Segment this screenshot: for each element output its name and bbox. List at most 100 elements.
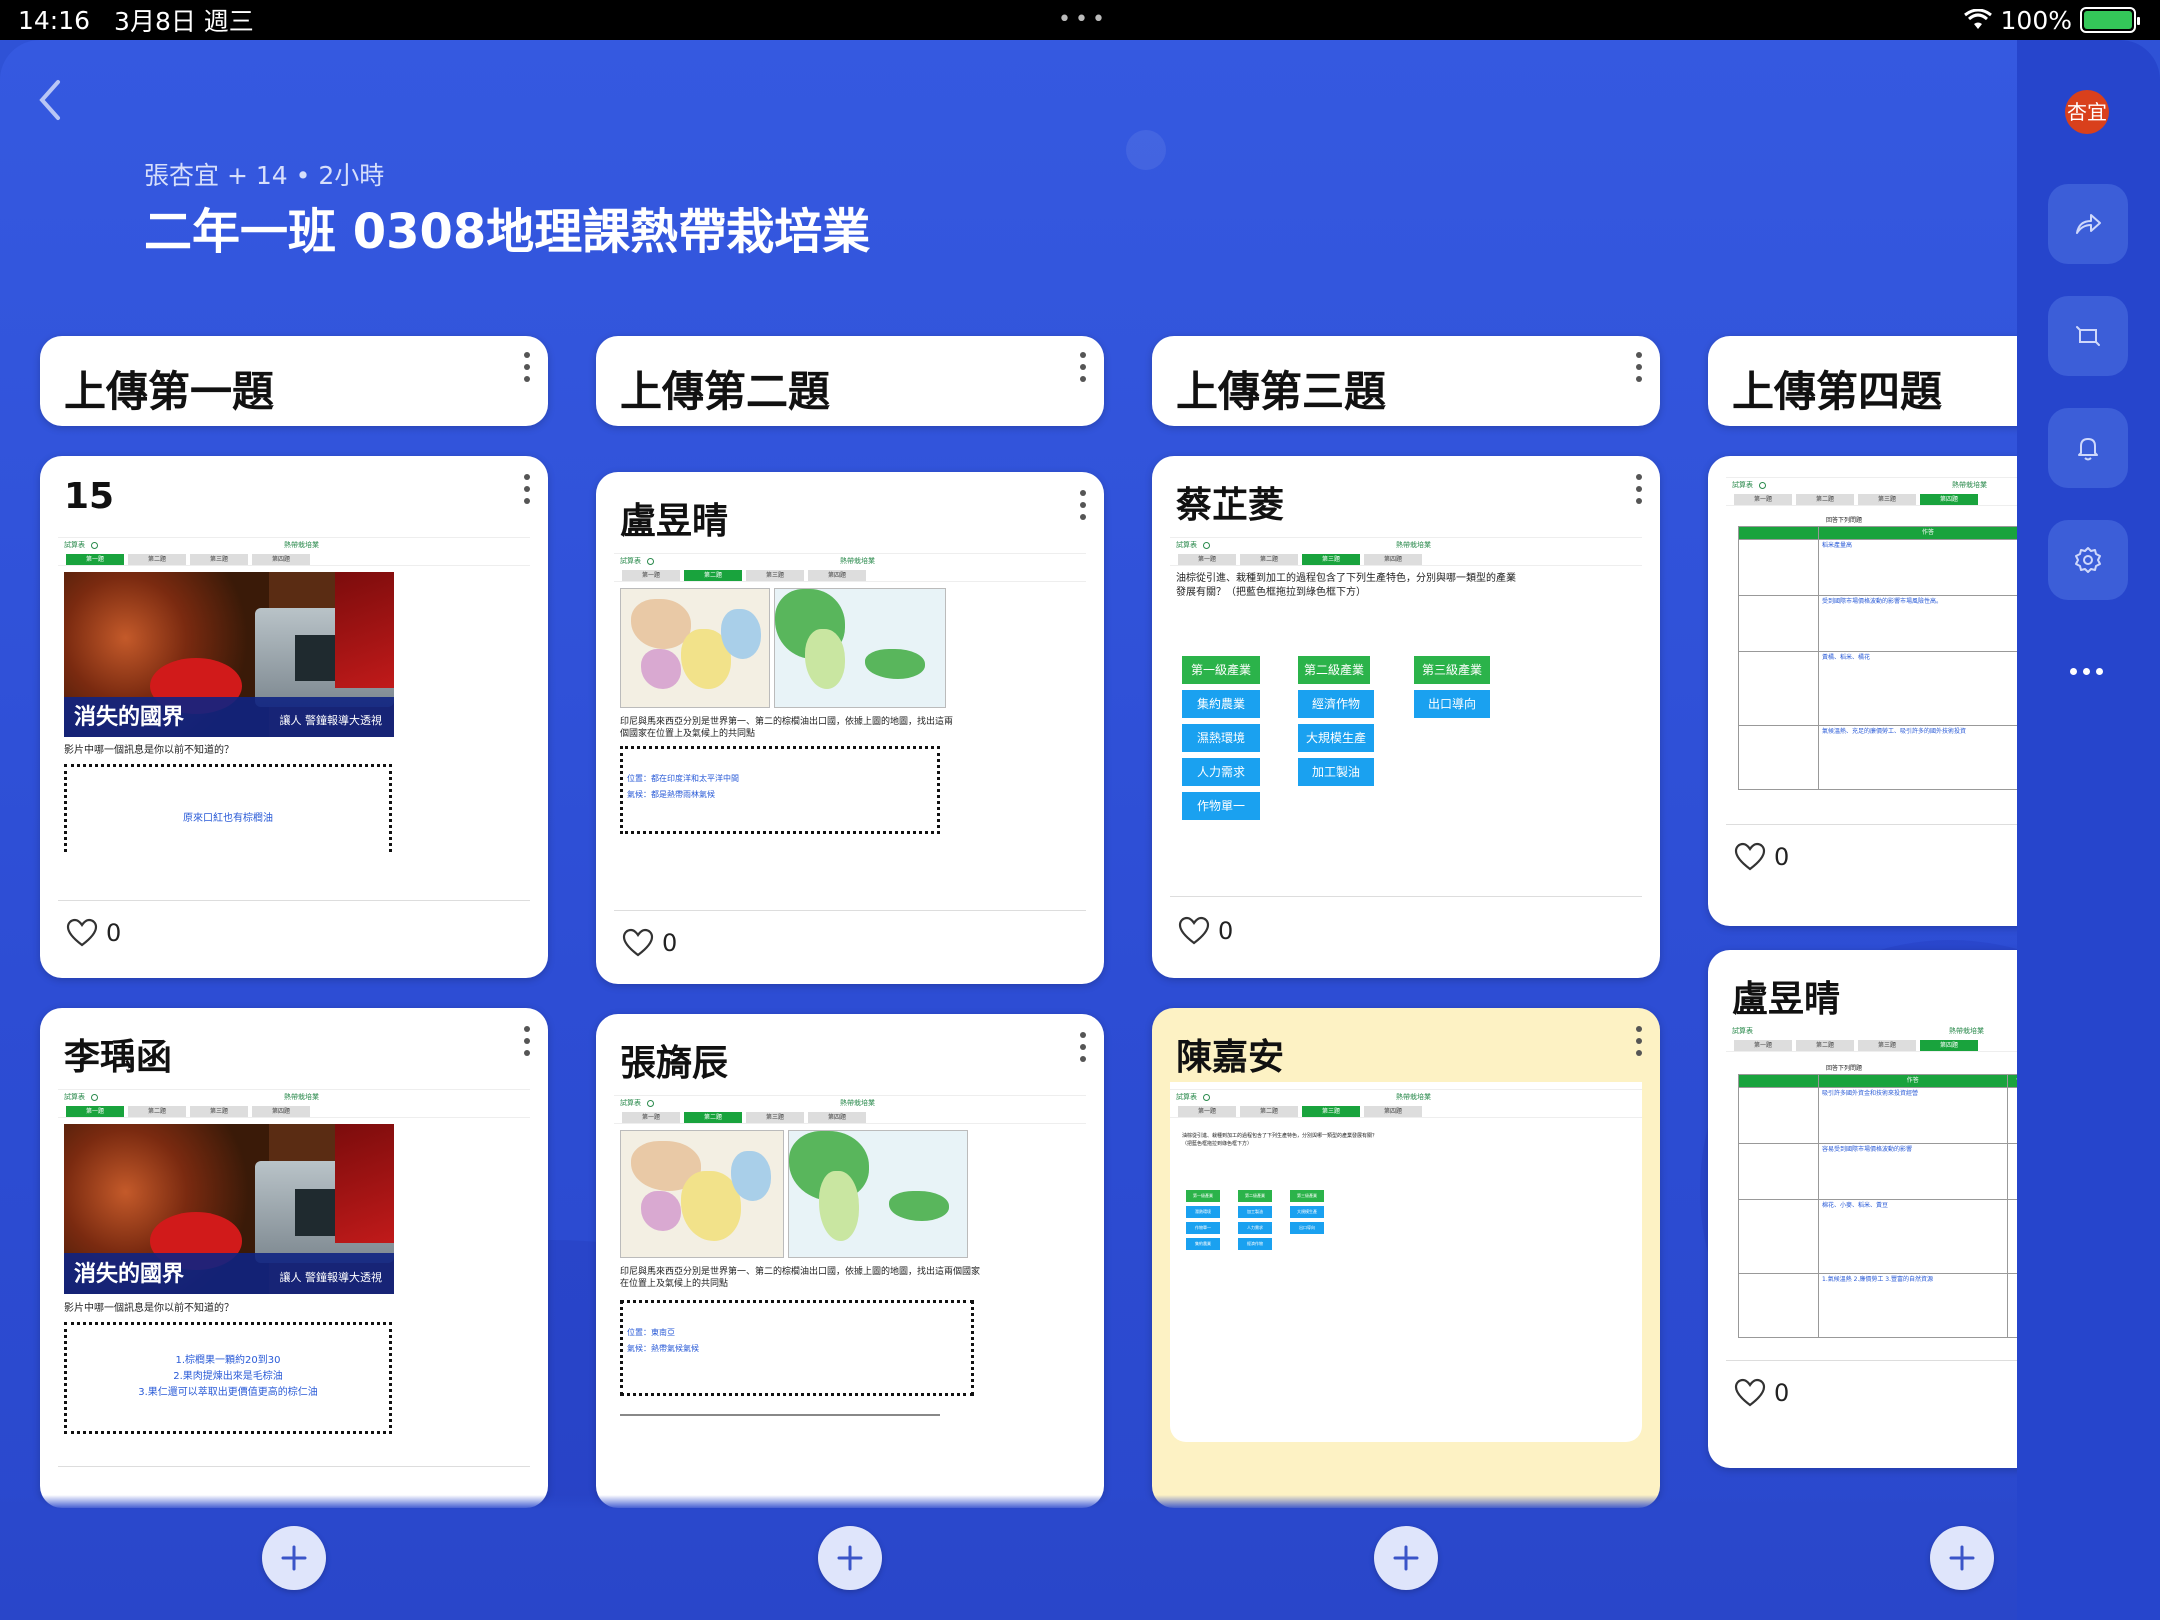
status-date: 3月8日 週三 <box>114 7 254 36</box>
post-author: 張旖辰 <box>620 1043 729 1084</box>
answer-table: 作答備註 吸引許多國外資金和技術來投資經營 容易受到國際市場價格波動的影響 棉花… <box>1738 1074 2017 1338</box>
board-meta: 張杏宜 + 14 • 2小時 <box>144 161 385 190</box>
map-image <box>620 588 770 708</box>
more-vertical-icon[interactable] <box>522 352 532 382</box>
share-arrow-icon <box>2076 214 2101 234</box>
plus-icon <box>1949 1545 1975 1571</box>
chevron-left-icon <box>39 80 60 120</box>
more-vertical-icon[interactable] <box>1634 474 1644 504</box>
like-count: 0 <box>1218 917 1234 945</box>
answer-box: 1.棕櫚果一顆約20到30 2.果肉提煉出來是毛棕油 3.果仁還可以萃取出更價值… <box>64 1322 392 1434</box>
settings-button[interactable] <box>2048 520 2128 600</box>
status-bar: 14:16 3月8日 週三 ••• 100% <box>0 0 2160 40</box>
post-attachment-image[interactable]: 試算表 熱帶栽培業 第一題 第二題 第三題 第四題 印尼與馬來西亞分別是世界第一、第二的… <box>614 1088 1086 1428</box>
notifications-button[interactable] <box>2048 408 2128 488</box>
more-vertical-icon[interactable] <box>1634 1026 1644 1056</box>
wifi-icon <box>1963 9 1992 29</box>
multitask-dots-icon[interactable]: ••• <box>1058 9 1109 31</box>
like-button[interactable]: 0 <box>1734 842 1789 872</box>
add-post-button[interactable] <box>818 1526 882 1590</box>
column-header[interactable]: 上傳第一題 <box>40 336 548 426</box>
post-card[interactable]: 試算表 熱帶栽培業 第一題 第二題 第三題 第四題 回答下列問題 作答 稻米產量高 受到… <box>1708 456 2017 926</box>
post-card[interactable]: 李瑀函 試算表 熱帶栽培業 第一題 第二題 第三題 第四題 消失的國界 讓人 警鐘報導大… <box>40 1008 548 1508</box>
post-attachment-image[interactable]: 試算表 熱帶栽培業 第一題 第二題 第三題 第四題 印尼與馬來西亞分別是世界第一、第二的… <box>614 546 1086 844</box>
like-count: 0 <box>106 919 122 947</box>
heart-icon <box>622 928 654 957</box>
like-count: 0 <box>1774 843 1790 871</box>
battery-percent: 100% <box>2000 5 2072 35</box>
answer-box: 原來口紅也有棕櫚油 <box>64 764 392 854</box>
post-author: 陳嘉安 <box>1176 1037 1285 1078</box>
board-title: 二年一班 0308地理課熱帶栽培業 <box>144 204 871 260</box>
map-image <box>788 1130 968 1258</box>
post-author: 蔡芷菱 <box>1176 485 1285 526</box>
post-author: 盧昱晴 <box>1732 979 1841 1020</box>
add-post-button[interactable] <box>1930 1526 1994 1590</box>
more-vertical-icon[interactable] <box>522 474 532 504</box>
map-image <box>774 588 946 708</box>
column-title: 上傳第四題 <box>1732 367 1943 416</box>
plus-icon <box>837 1545 863 1571</box>
like-button[interactable]: 0 <box>1178 916 1233 946</box>
post-card[interactable]: 蔡芷菱 試算表 熱帶栽培業 第一題 第二題 第三題 第四題 油棕從引進、栽種到加工的過程… <box>1152 456 1660 978</box>
like-button[interactable]: 0 <box>1734 1378 1789 1408</box>
post-author: 李瑀函 <box>64 1037 173 1078</box>
heart-icon <box>66 918 98 947</box>
column-header[interactable]: 上傳第二題 <box>596 336 1104 426</box>
heart-icon <box>1734 1378 1766 1407</box>
post-attachment-image[interactable]: 試算表 熱帶栽培業 第一題 第二題 第三題 第四題 油棕從引進、栽種到加工的過程包含了下… <box>1170 1082 1642 1442</box>
remake-icon <box>2076 326 2100 346</box>
add-post-button[interactable] <box>1374 1526 1438 1590</box>
more-vertical-icon[interactable] <box>522 1026 532 1056</box>
more-vertical-icon[interactable] <box>1634 352 1644 382</box>
like-count: 0 <box>1774 1379 1790 1407</box>
heart-icon <box>1178 916 1210 945</box>
like-button[interactable]: 0 <box>622 928 677 958</box>
like-count: 0 <box>662 929 678 957</box>
post-author: 盧昱晴 <box>620 501 729 542</box>
post-attachment-image[interactable]: 試算表 熱帶栽培業 第一題 第二題 第三題 第四題 消失的國界 讓人 警鐘報導大透視 影… <box>58 1082 530 1452</box>
post-attachment-image[interactable]: 試算表 熱帶栽培業 第一題 第二題 第三題 第四題 回答下列問題 作答 稻米產量高 受到… <box>1726 470 2017 810</box>
status-time: 14:16 <box>18 5 91 35</box>
plus-icon <box>281 1545 307 1571</box>
post-card[interactable]: 盧昱晴 試算表熱帶栽培業 第一題第二題第三題第四題 回答下列問題 作答備註 吸引… <box>1708 950 2017 1468</box>
video-thumbnail: 消失的國界 讓人 警鐘報導大透視 <box>64 572 394 737</box>
post-card[interactable]: 陳嘉安 試算表 熱帶栽培業 第一題 第二題 第三題 第四題 油棕從引進、栽種到加工的過程… <box>1152 1008 1660 1508</box>
post-attachment-image[interactable]: 試算表熱帶栽培業 第一題第二題第三題第四題 回答下列問題 作答備註 吸引許多國外… <box>1726 1024 2017 1344</box>
right-toolbar <box>2017 40 2160 1620</box>
more-vertical-icon[interactable] <box>1078 352 1088 382</box>
post-author: 15 <box>64 476 115 517</box>
share-button[interactable] <box>2048 184 2128 264</box>
video-thumbnail: 消失的國界 讓人 警鐘報導大透視 <box>64 1124 394 1294</box>
avatar[interactable]: 杏宜 <box>2065 90 2109 134</box>
column-title: 上傳第三題 <box>1176 367 1387 416</box>
add-post-button[interactable] <box>262 1526 326 1590</box>
column-header[interactable]: 上傳第四題 <box>1708 336 2017 426</box>
heart-icon <box>1734 842 1766 871</box>
board-authors: 張杏宜 + 14 <box>144 161 288 190</box>
remake-button[interactable] <box>2048 296 2128 376</box>
battery-icon <box>2080 7 2140 33</box>
bell-icon <box>2078 438 2098 461</box>
post-card[interactable]: 張旖辰 試算表 熱帶栽培業 第一題 第二題 第三題 第四題 印尼與馬來西亞分別是世界第一 <box>596 1014 1104 1508</box>
answer-box: 位置：東南亞 氣候：熱帶氣候氣候 <box>620 1300 974 1396</box>
post-attachment-image[interactable]: 試算表 熱帶栽培業 第一題 第二題 第三題 第四題 油棕從引進、栽種到加工的過程包含了下… <box>1170 530 1642 860</box>
answer-box: 位置：都在印度洋和太平洋中間 氣候：都是熱帶雨林氣候 <box>620 746 940 834</box>
board-canvas: 張杏宜 + 14 • 2小時 二年一班 0308地理課熱帶栽培業 上傳第一題 1… <box>0 40 2017 1620</box>
post-card[interactable]: 盧昱晴 試算表 熱帶栽培業 第一題 第二題 第三題 第四題 印尼與馬來西亞分別是世界第一 <box>596 472 1104 984</box>
board-age: 2小時 <box>318 161 385 190</box>
map-image <box>620 1130 784 1258</box>
more-horizontal-icon[interactable] <box>2070 668 2103 675</box>
more-vertical-icon[interactable] <box>1078 1032 1088 1062</box>
plus-icon <box>1393 1545 1419 1571</box>
column-title: 上傳第二題 <box>620 367 831 416</box>
answer-table: 作答 稻米產量高 受到國際市場價格波動的影響市場風險性高。 黃橘、稻米、橘花 氣… <box>1738 526 2017 790</box>
back-button[interactable] <box>30 70 70 130</box>
gear-icon <box>2075 547 2101 573</box>
post-attachment-image[interactable]: 試算表 熱帶栽培業 第一題 第二題 第三題 第四題 消失的國界 讓人 警鐘報導大透視 影… <box>58 530 530 854</box>
column-header[interactable]: 上傳第三題 <box>1152 336 1660 426</box>
post-card[interactable]: 15 試算表 熱帶栽培業 第一題 第二題 第三題 第四題 消失的國界 讓人 警鐘報導大透… <box>40 456 548 978</box>
more-vertical-icon[interactable] <box>1078 490 1088 520</box>
column-title: 上傳第一題 <box>64 367 275 416</box>
like-button[interactable]: 0 <box>66 918 121 948</box>
